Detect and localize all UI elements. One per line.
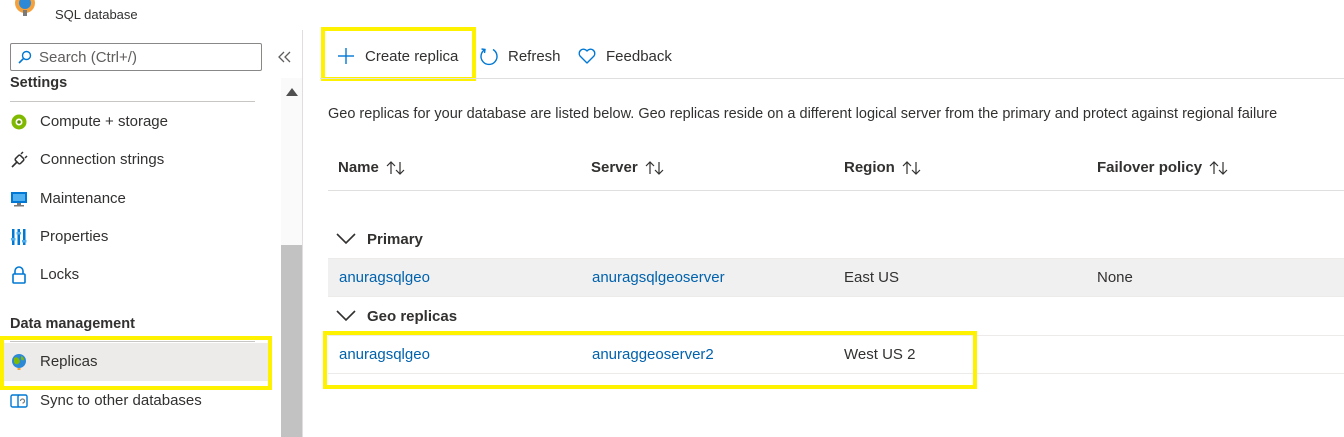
group-header-primary[interactable]: Primary — [328, 221, 1344, 259]
column-header-label: Region — [844, 159, 895, 176]
scroll-up-arrow-icon[interactable] — [285, 87, 299, 97]
sidebar-item-label: Properties — [40, 228, 109, 245]
sidebar-scroll-thumb[interactable] — [281, 245, 302, 437]
command-bar: Create replica Refresh Feedback — [303, 27, 1344, 81]
grid-header: Name Server Region Failover policy — [328, 148, 1344, 191]
cell-server-link[interactable]: anuraggeoserver2 — [592, 346, 714, 363]
resource-type-label: SQL database — [55, 7, 138, 22]
table-row[interactable]: anuragsqlgeo anuragsqlgeoserver East US … — [328, 259, 1344, 297]
search-input[interactable] — [39, 46, 254, 68]
feedback-button[interactable]: Feedback — [577, 42, 672, 70]
sidebar-item-locks[interactable]: Locks — [0, 256, 272, 294]
refresh-button[interactable]: Refresh — [479, 42, 561, 70]
sync-icon — [10, 394, 28, 408]
globe-icon — [12, 354, 26, 370]
sidebar-item-label: Replicas — [40, 353, 98, 370]
section-divider — [10, 341, 255, 342]
cell-name-link[interactable]: anuragsqlgeo — [339, 269, 430, 286]
group-label: Geo replicas — [367, 308, 458, 325]
create-replica-button[interactable]: Create replica — [336, 42, 458, 70]
sidebar-item-compute-storage[interactable]: Compute + storage — [0, 103, 272, 141]
sidebar-item-label: Locks — [40, 266, 80, 283]
main-content: Create replica Refresh Feedback Geo repl… — [303, 27, 1344, 437]
section-heading-data-management: Data management — [10, 316, 135, 332]
sidebar: Settings Compute + storage Connection st… — [0, 30, 303, 437]
chevron-down-icon[interactable] — [336, 310, 356, 322]
top-header: SQL database — [0, 0, 1344, 30]
compute-storage-icon — [11, 114, 27, 130]
lock-icon — [12, 266, 26, 284]
column-header-label: Server — [591, 159, 638, 176]
monitor-maintenance-icon — [11, 192, 27, 207]
sidebar-item-replicas[interactable]: Replicas — [0, 343, 272, 381]
cell-name-link[interactable]: anuragsqlgeo — [339, 346, 430, 363]
column-header-failover-policy[interactable]: Failover policy — [1097, 159, 1230, 176]
sidebar-item-sync-databases[interactable]: Sync to other databases — [0, 382, 272, 420]
sidebar-item-label: Sync to other databases — [40, 392, 202, 409]
sort-icon — [1209, 160, 1228, 175]
sql-database-icon — [15, 0, 35, 16]
sort-icon — [645, 160, 664, 175]
column-header-label: Name — [338, 159, 379, 176]
cell-failover-policy: None — [1097, 269, 1133, 286]
cell-server-link[interactable]: anuragsqlgeoserver — [592, 269, 725, 286]
sql-replicas-page: SQL database Settings Compute + storage — [0, 0, 1344, 437]
sidebar-search[interactable] — [10, 43, 262, 71]
column-header-name[interactable]: Name — [338, 159, 407, 176]
column-header-label: Failover policy — [1097, 159, 1203, 176]
sort-icon — [386, 160, 405, 175]
column-header-region[interactable]: Region — [844, 159, 923, 176]
command-bar-divider — [320, 78, 1344, 79]
sidebar-item-connection-strings[interactable]: Connection strings — [0, 141, 272, 179]
create-replica-label: Create replica — [365, 47, 459, 65]
sidebar-item-label: Compute + storage — [40, 113, 168, 130]
properties-bars-icon — [11, 229, 27, 245]
section-divider — [10, 101, 255, 102]
sort-icon — [902, 160, 921, 175]
column-header-server[interactable]: Server — [591, 159, 666, 176]
section-heading-settings: Settings — [10, 75, 68, 91]
geo-replicas-description: Geo replicas for your database are liste… — [328, 106, 1278, 122]
group-label: Primary — [367, 231, 423, 248]
chevron-down-icon[interactable] — [336, 233, 356, 245]
search-icon — [18, 50, 32, 64]
sidebar-item-label: Connection strings — [40, 151, 165, 168]
sidebar-item-properties[interactable]: Properties — [0, 218, 272, 256]
connection-plug-icon — [11, 151, 28, 168]
heart-icon — [578, 48, 596, 64]
feedback-label: Feedback — [606, 47, 672, 65]
collapse-sidebar-icon[interactable] — [276, 48, 294, 66]
group-header-geo-replicas[interactable]: Geo replicas — [328, 298, 1344, 336]
sidebar-item-label: Maintenance — [40, 190, 126, 207]
refresh-icon — [480, 48, 498, 66]
cell-region: East US — [844, 269, 900, 286]
refresh-label: Refresh — [508, 47, 561, 65]
cell-region: West US 2 — [844, 346, 916, 363]
plus-icon — [338, 48, 354, 64]
table-row[interactable]: anuragsqlgeo anuraggeoserver2 West US 2 — [328, 336, 1344, 374]
sidebar-item-maintenance[interactable]: Maintenance — [0, 180, 272, 218]
